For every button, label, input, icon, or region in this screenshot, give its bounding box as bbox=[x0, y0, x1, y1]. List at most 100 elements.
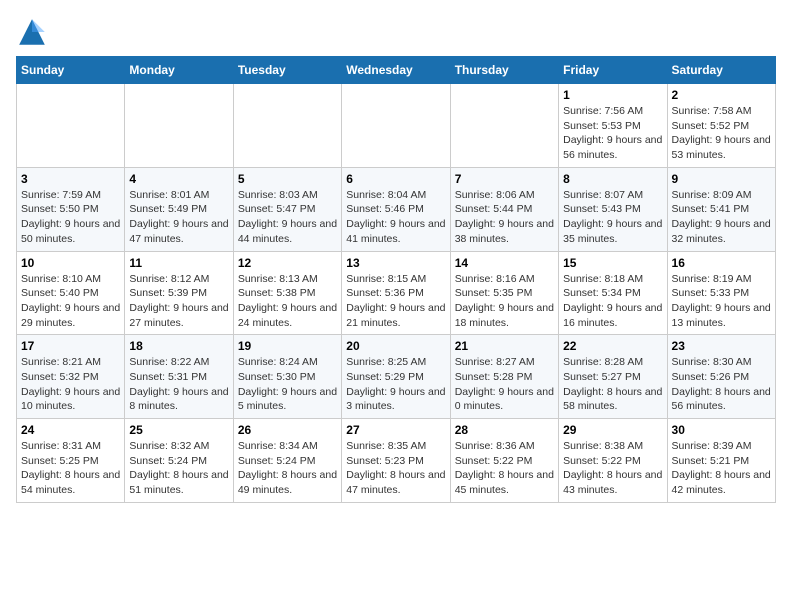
day-number: 14 bbox=[455, 256, 554, 270]
calendar-cell bbox=[125, 84, 233, 168]
calendar-week-row: 24 Sunrise: 8:31 AMSunset: 5:25 PMDayligh… bbox=[17, 419, 776, 503]
day-number: 15 bbox=[563, 256, 662, 270]
day-number: 26 bbox=[238, 423, 337, 437]
day-info: Sunrise: 8:27 AMSunset: 5:28 PMDaylight:… bbox=[455, 355, 554, 414]
calendar-cell bbox=[450, 84, 558, 168]
day-info: Sunrise: 7:56 AMSunset: 5:53 PMDaylight:… bbox=[563, 104, 662, 163]
calendar-cell: 4 Sunrise: 8:01 AMSunset: 5:49 PMDaylight… bbox=[125, 167, 233, 251]
day-info: Sunrise: 8:18 AMSunset: 5:34 PMDaylight:… bbox=[563, 272, 662, 331]
day-number: 11 bbox=[129, 256, 228, 270]
day-number: 18 bbox=[129, 339, 228, 353]
day-number: 4 bbox=[129, 172, 228, 186]
day-number: 28 bbox=[455, 423, 554, 437]
day-header: Friday bbox=[559, 57, 667, 84]
day-info: Sunrise: 8:22 AMSunset: 5:31 PMDaylight:… bbox=[129, 355, 228, 414]
day-number: 7 bbox=[455, 172, 554, 186]
calendar-cell bbox=[233, 84, 341, 168]
day-number: 19 bbox=[238, 339, 337, 353]
calendar-cell: 2Sunrise: 7:58 AMSunset: 5:52 PMDaylight… bbox=[667, 84, 775, 168]
calendar-cell: 15 Sunrise: 8:18 AMSunset: 5:34 PMDayligh… bbox=[559, 251, 667, 335]
day-info: Sunrise: 8:09 AMSunset: 5:41 PMDaylight:… bbox=[672, 188, 771, 247]
day-info: Sunrise: 8:30 AMSunset: 5:26 PMDaylight:… bbox=[672, 355, 771, 414]
day-info: Sunrise: 8:03 AMSunset: 5:47 PMDaylight:… bbox=[238, 188, 337, 247]
calendar-cell bbox=[342, 84, 450, 168]
calendar-cell: 27 Sunrise: 8:35 AMSunset: 5:23 PMDayligh… bbox=[342, 419, 450, 503]
day-number: 5 bbox=[238, 172, 337, 186]
day-info: Sunrise: 8:12 AMSunset: 5:39 PMDaylight:… bbox=[129, 272, 228, 331]
day-number: 16 bbox=[672, 256, 771, 270]
day-info: Sunrise: 8:13 AMSunset: 5:38 PMDaylight:… bbox=[238, 272, 337, 331]
calendar-cell: 14Sunrise: 8:16 AMSunset: 5:35 PMDayligh… bbox=[450, 251, 558, 335]
day-info: Sunrise: 7:58 AMSunset: 5:52 PMDaylight:… bbox=[672, 104, 771, 163]
day-number: 13 bbox=[346, 256, 445, 270]
day-info: Sunrise: 8:35 AMSunset: 5:23 PMDaylight:… bbox=[346, 439, 445, 498]
calendar-cell bbox=[17, 84, 125, 168]
calendar-cell: 6 Sunrise: 8:04 AMSunset: 5:46 PMDaylight… bbox=[342, 167, 450, 251]
day-info: Sunrise: 8:06 AMSunset: 5:44 PMDaylight:… bbox=[455, 188, 554, 247]
day-info: Sunrise: 8:15 AMSunset: 5:36 PMDaylight:… bbox=[346, 272, 445, 331]
calendar-cell: 9 Sunrise: 8:09 AMSunset: 5:41 PMDaylight… bbox=[667, 167, 775, 251]
day-number: 6 bbox=[346, 172, 445, 186]
day-info: Sunrise: 8:07 AMSunset: 5:43 PMDaylight:… bbox=[563, 188, 662, 247]
day-number: 12 bbox=[238, 256, 337, 270]
calendar-cell: 24 Sunrise: 8:31 AMSunset: 5:25 PMDayligh… bbox=[17, 419, 125, 503]
logo-icon bbox=[16, 16, 48, 48]
day-info: Sunrise: 8:21 AMSunset: 5:32 PMDaylight:… bbox=[21, 355, 120, 414]
day-number: 1 bbox=[563, 88, 662, 102]
day-header: Sunday bbox=[17, 57, 125, 84]
calendar-cell: 22 Sunrise: 8:28 AMSunset: 5:27 PMDayligh… bbox=[559, 335, 667, 419]
day-number: 29 bbox=[563, 423, 662, 437]
day-info: Sunrise: 8:39 AMSunset: 5:21 PMDaylight:… bbox=[672, 439, 771, 498]
day-number: 25 bbox=[129, 423, 228, 437]
day-header: Wednesday bbox=[342, 57, 450, 84]
calendar-cell: 8 Sunrise: 8:07 AMSunset: 5:43 PMDaylight… bbox=[559, 167, 667, 251]
day-info: Sunrise: 8:25 AMSunset: 5:29 PMDaylight:… bbox=[346, 355, 445, 414]
day-number: 17 bbox=[21, 339, 120, 353]
calendar-cell: 29Sunrise: 8:38 AMSunset: 5:22 PMDayligh… bbox=[559, 419, 667, 503]
day-number: 24 bbox=[21, 423, 120, 437]
calendar-cell: 30 Sunrise: 8:39 AMSunset: 5:21 PMDayligh… bbox=[667, 419, 775, 503]
day-info: Sunrise: 8:32 AMSunset: 5:24 PMDaylight:… bbox=[129, 439, 228, 498]
day-number: 9 bbox=[672, 172, 771, 186]
day-number: 30 bbox=[672, 423, 771, 437]
day-header: Tuesday bbox=[233, 57, 341, 84]
calendar-week-row: 1 Sunrise: 7:56 AMSunset: 5:53 PMDaylight… bbox=[17, 84, 776, 168]
day-number: 22 bbox=[563, 339, 662, 353]
calendar-cell: 23 Sunrise: 8:30 AMSunset: 5:26 PMDayligh… bbox=[667, 335, 775, 419]
day-info: Sunrise: 8:36 AMSunset: 5:22 PMDaylight:… bbox=[455, 439, 554, 498]
day-info: Sunrise: 8:01 AMSunset: 5:49 PMDaylight:… bbox=[129, 188, 228, 247]
calendar-week-row: 3 Sunrise: 7:59 AMSunset: 5:50 PMDaylight… bbox=[17, 167, 776, 251]
day-info: Sunrise: 8:34 AMSunset: 5:24 PMDaylight:… bbox=[238, 439, 337, 498]
calendar-cell: 26 Sunrise: 8:34 AMSunset: 5:24 PMDayligh… bbox=[233, 419, 341, 503]
calendar-cell: 13 Sunrise: 8:15 AMSunset: 5:36 PMDayligh… bbox=[342, 251, 450, 335]
day-number: 10 bbox=[21, 256, 120, 270]
day-number: 23 bbox=[672, 339, 771, 353]
calendar-cell: 12 Sunrise: 8:13 AMSunset: 5:38 PMDayligh… bbox=[233, 251, 341, 335]
day-info: Sunrise: 8:28 AMSunset: 5:27 PMDaylight:… bbox=[563, 355, 662, 414]
calendar-cell: 18 Sunrise: 8:22 AMSunset: 5:31 PMDayligh… bbox=[125, 335, 233, 419]
day-number: 21 bbox=[455, 339, 554, 353]
day-number: 8 bbox=[563, 172, 662, 186]
calendar-cell: 25 Sunrise: 8:32 AMSunset: 5:24 PMDayligh… bbox=[125, 419, 233, 503]
calendar: SundayMondayTuesdayWednesdayThursdayFrid… bbox=[16, 56, 776, 503]
day-header: Thursday bbox=[450, 57, 558, 84]
calendar-cell: 28 Sunrise: 8:36 AMSunset: 5:22 PMDayligh… bbox=[450, 419, 558, 503]
day-info: Sunrise: 8:04 AMSunset: 5:46 PMDaylight:… bbox=[346, 188, 445, 247]
calendar-cell: 5 Sunrise: 8:03 AMSunset: 5:47 PMDaylight… bbox=[233, 167, 341, 251]
calendar-cell: 1 Sunrise: 7:56 AMSunset: 5:53 PMDaylight… bbox=[559, 84, 667, 168]
calendar-cell: 21 Sunrise: 8:27 AMSunset: 5:28 PMDayligh… bbox=[450, 335, 558, 419]
day-info: Sunrise: 7:59 AMSunset: 5:50 PMDaylight:… bbox=[21, 188, 120, 247]
logo bbox=[16, 16, 52, 48]
day-number: 3 bbox=[21, 172, 120, 186]
day-header: Monday bbox=[125, 57, 233, 84]
calendar-cell: 11 Sunrise: 8:12 AMSunset: 5:39 PMDayligh… bbox=[125, 251, 233, 335]
day-info: Sunrise: 8:31 AMSunset: 5:25 PMDaylight:… bbox=[21, 439, 120, 498]
day-number: 20 bbox=[346, 339, 445, 353]
calendar-header-row: SundayMondayTuesdayWednesdayThursdayFrid… bbox=[17, 57, 776, 84]
day-header: Saturday bbox=[667, 57, 775, 84]
day-info: Sunrise: 8:24 AMSunset: 5:30 PMDaylight:… bbox=[238, 355, 337, 414]
calendar-cell: 3 Sunrise: 7:59 AMSunset: 5:50 PMDaylight… bbox=[17, 167, 125, 251]
calendar-cell: 10Sunrise: 8:10 AMSunset: 5:40 PMDayligh… bbox=[17, 251, 125, 335]
calendar-week-row: 10Sunrise: 8:10 AMSunset: 5:40 PMDayligh… bbox=[17, 251, 776, 335]
day-number: 27 bbox=[346, 423, 445, 437]
